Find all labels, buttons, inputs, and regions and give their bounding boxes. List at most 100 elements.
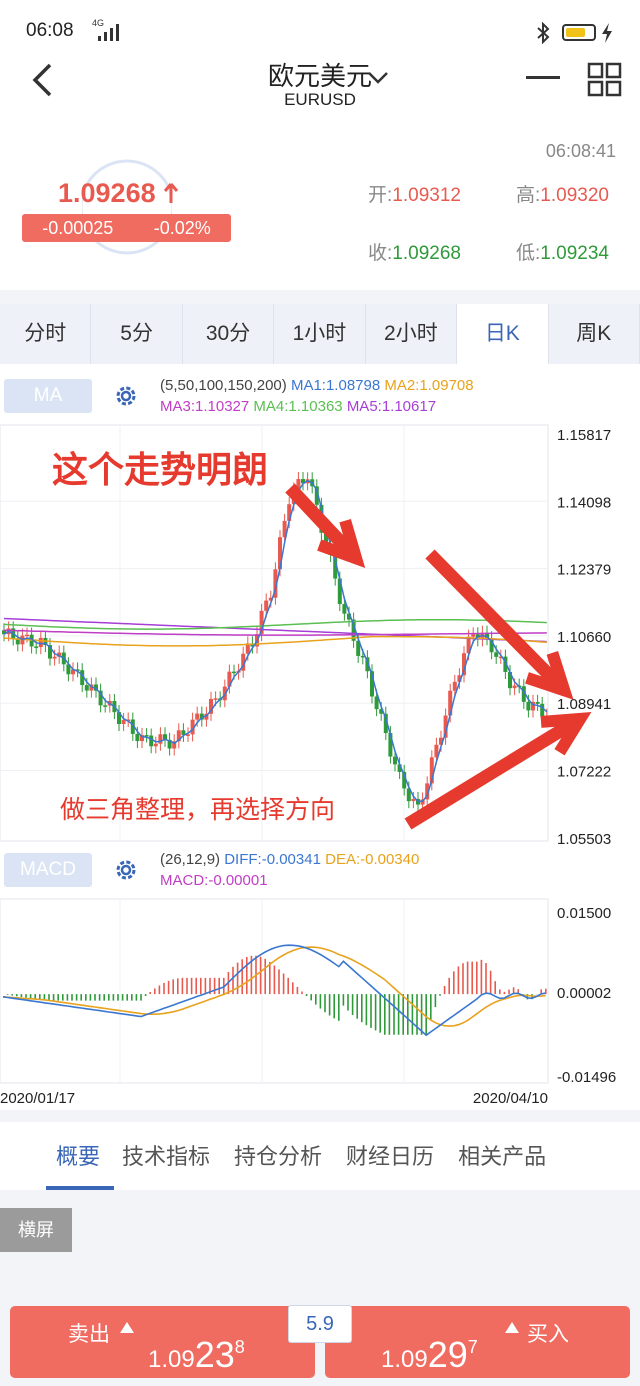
ma5-value: MA5:1.10617	[346, 398, 437, 415]
x-start-label: 2020/01/17	[0, 1090, 75, 1107]
y-tick-label: 1.10660	[557, 629, 611, 646]
ma3-value: MA3:1.10327	[160, 398, 250, 415]
arrow-up-icon	[163, 183, 179, 203]
y-tick-label: 1.05503	[557, 831, 611, 844]
macd-y-tick: -0.01496	[557, 1069, 616, 1086]
y-tick-label: 1.15817	[557, 427, 611, 444]
battery-icon	[562, 24, 596, 41]
buy-label: 买入	[527, 1323, 569, 1346]
landscape-button[interactable]: 横屏	[0, 1208, 72, 1252]
divider	[0, 1110, 640, 1122]
candle	[411, 799, 416, 802]
candle	[526, 701, 531, 711]
status-time: 06:08	[26, 20, 74, 41]
candle	[540, 703, 545, 717]
candle	[121, 720, 126, 725]
signal-icon	[98, 24, 119, 41]
diff-value: DIFF:-0.00341	[224, 851, 321, 868]
ma3-line	[3, 629, 547, 636]
candle	[25, 634, 29, 637]
candle	[213, 698, 218, 700]
candle	[342, 604, 347, 614]
ma4-line	[3, 618, 547, 630]
y-tick-label: 1.08941	[557, 696, 611, 713]
open-price: 开:1.09312	[368, 185, 461, 206]
x-end-label: 2020/04/10	[473, 1090, 548, 1107]
candle	[52, 656, 57, 659]
candle	[38, 637, 43, 648]
candle	[512, 685, 517, 689]
gear-icon[interactable]	[112, 382, 140, 410]
triangle-up-icon	[120, 1322, 134, 1333]
tab-weekly-k[interactable]: 周K	[549, 304, 640, 364]
tab-5min[interactable]: 5分	[91, 304, 183, 364]
chevron-down-icon[interactable]	[367, 70, 389, 86]
ma4-value: MA4:1.10363	[253, 398, 343, 415]
minus-icon[interactable]	[526, 68, 562, 88]
candle	[232, 671, 236, 674]
candle	[494, 652, 499, 657]
instrument-symbol: EURUSD	[284, 90, 356, 109]
tab-timeshare[interactable]: 分时	[0, 304, 92, 364]
tab-position-analysis[interactable]: 持仓分析	[234, 1139, 322, 1171]
annotation-bottom: 做三角整理，再选择方向	[60, 795, 335, 824]
low-price: 低:1.09234	[516, 243, 609, 264]
tab-1hour[interactable]: 1小时	[274, 304, 366, 364]
close-price: 收:1.09268	[368, 243, 461, 264]
candle	[84, 685, 89, 691]
change-badge: -0.00025 -0.02%	[22, 214, 231, 242]
tab-related-products[interactable]: 相关产品	[458, 1139, 546, 1171]
candle	[135, 733, 140, 742]
y-tick-label: 1.14098	[557, 494, 611, 511]
tab-tech-indicators[interactable]: 技术指标	[122, 1139, 210, 1171]
spread-value: 5.9	[288, 1305, 352, 1343]
macd-y-tick: 0.01500	[557, 905, 611, 922]
change-percent: -0.02%	[153, 217, 211, 238]
ma-params: (5,50,100,150,200)	[160, 377, 287, 394]
candle	[103, 705, 108, 707]
macd-y-tick: 0.00002	[557, 985, 611, 1002]
tab-econ-calendar[interactable]: 财经日历	[346, 1139, 434, 1171]
ma1-value: MA1:1.08798	[290, 377, 381, 394]
candle	[153, 743, 158, 747]
candle	[264, 600, 269, 611]
ma1-line	[3, 479, 548, 803]
ma-indicator-button[interactable]: MA	[4, 379, 92, 413]
high-price: 高:1.09320	[516, 185, 609, 206]
y-tick-label: 1.12379	[557, 562, 611, 579]
grid-icon[interactable]	[587, 62, 623, 98]
quote-time: 06:08:41	[545, 141, 616, 161]
dea-value: DEA:-0.00340	[325, 851, 420, 868]
period-tabs: 分时 5分 30分 1小时 2小时 日K 周K	[0, 304, 640, 364]
tab-daily-k[interactable]: 日K	[457, 304, 549, 364]
sell-label: 卖出	[68, 1323, 110, 1346]
sell-price: 1.09238	[148, 1334, 245, 1375]
candle	[158, 734, 163, 744]
buy-button[interactable]: 1.09297 买入	[325, 1306, 630, 1378]
candle	[535, 701, 540, 704]
annotation-top: 这个走势明朗	[52, 450, 268, 491]
macd-indicator-button[interactable]: MACD	[4, 853, 92, 887]
divider	[0, 290, 640, 304]
change-value: -0.00025	[42, 217, 114, 238]
candlestick-chart[interactable]: 1.15817 1.14098 1.12379 1.10660 1.08941 1.072…	[0, 424, 640, 844]
macd-value: MACD:-0.00001	[160, 872, 268, 889]
bluetooth-icon	[537, 22, 550, 44]
sell-button[interactable]: 卖出 1.09238	[10, 1306, 315, 1378]
triangle-up-icon	[505, 1322, 519, 1333]
tab-2hour[interactable]: 2小时	[366, 304, 458, 364]
detail-tabs: 概要 技术指标 持仓分析 财经日历 相关产品	[0, 1122, 640, 1188]
tab-30min[interactable]: 30分	[183, 304, 275, 364]
tab-overview[interactable]: 概要	[56, 1139, 100, 1171]
candle	[471, 634, 476, 637]
candle	[393, 756, 397, 765]
charging-icon	[602, 23, 612, 43]
candle	[34, 646, 39, 648]
ma2-value: MA2:1.09708	[384, 377, 474, 394]
y-tick-label: 1.07222	[557, 764, 611, 781]
macd-chart[interactable]: 0.01500 0.00002 -0.01496 2020/01/17 2020/04/…	[0, 898, 640, 1110]
macd-params: (26,12,9)	[160, 851, 221, 868]
candle	[149, 735, 154, 747]
ma2-line	[3, 635, 547, 647]
gear-icon[interactable]	[112, 856, 140, 884]
